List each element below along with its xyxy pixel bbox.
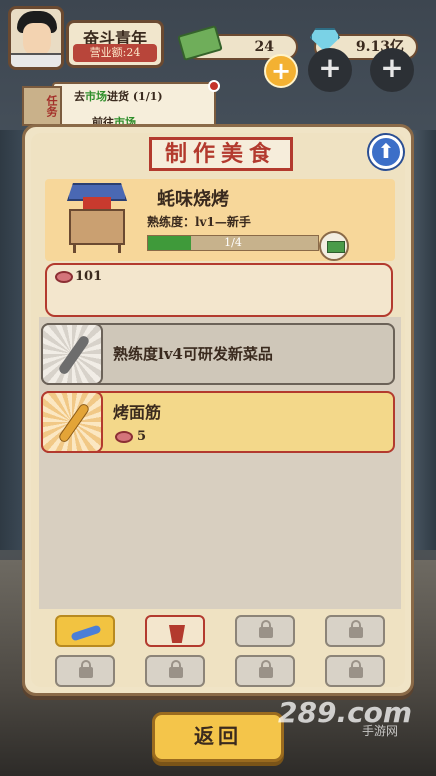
- tab-locked[interactable]: [235, 615, 295, 647]
- progress-text: 1/4: [224, 236, 242, 249]
- tab-locked[interactable]: [235, 655, 295, 687]
- add-resource-button[interactable]: +: [370, 48, 414, 92]
- task-tag: 任务: [22, 86, 62, 126]
- lock-icon: [349, 660, 363, 678]
- tab-locked[interactable]: [55, 655, 115, 687]
- task-line-1: 去市场进货 (1/1): [74, 88, 214, 104]
- recipe-cost: 5: [137, 429, 147, 444]
- task-panel[interactable]: 任务 去市场进货 (1/1) 前往市场: [22, 80, 220, 129]
- task-link: 市场: [85, 90, 107, 103]
- tab-locked[interactable]: [325, 615, 385, 647]
- drink-icon: [169, 625, 185, 643]
- meat-icon: [55, 271, 73, 283]
- recipe-thumbnail: [41, 391, 103, 453]
- recipe-row-locked: 熟练度lv4可研发新菜品: [41, 323, 395, 385]
- bbq-stall-icon: [65, 183, 129, 255]
- stall-legs: [73, 243, 121, 253]
- lock-icon: [259, 660, 273, 678]
- tab-locked[interactable]: [325, 655, 385, 687]
- player-name-plate: 奋斗青年 营业额:24: [66, 20, 164, 68]
- proficiency-label: 熟练度：lv1—新手: [147, 215, 251, 229]
- recipe-book-button[interactable]: [319, 231, 349, 261]
- cooking-panel: 制作美食 ⬆ 蚝味烧烤 熟练度：lv1—新手 1/4 101 熟练度lv4可研发…: [22, 124, 414, 696]
- skewer-silhouette-icon: [57, 334, 91, 376]
- stall-name: 蚝味烧烤: [157, 189, 229, 210]
- proficiency-progress-bar: 1/4: [147, 235, 319, 251]
- recipe-list: 熟练度lv4可研发新菜品 烤面筋 5: [39, 317, 401, 609]
- panel-title: 制作美食: [149, 137, 293, 171]
- player-avatar[interactable]: [8, 6, 64, 70]
- back-button[interactable]: 返回: [152, 712, 284, 762]
- lock-icon: [349, 620, 363, 638]
- recipe-name: 烤面筋: [113, 403, 162, 422]
- meat-icon: [115, 431, 133, 443]
- stall-sign: [83, 197, 111, 209]
- recipe-row-kaomianjin[interactable]: 烤面筋 5: [41, 391, 395, 453]
- ingredients-box: 101: [45, 263, 393, 317]
- site-watermark: 289.com 手游网: [278, 696, 428, 742]
- lock-icon: [169, 660, 183, 678]
- ingredient-count: 101: [75, 269, 103, 284]
- gluten-skewer-icon: [57, 402, 91, 444]
- recipe-thumbnail: [41, 323, 103, 385]
- notification-dot-icon: [208, 80, 220, 92]
- cash-value: 24: [254, 39, 274, 55]
- skewer-icon: [70, 624, 102, 642]
- upgrade-arrow-button[interactable]: ⬆: [369, 135, 403, 169]
- avatar-face: [23, 23, 51, 57]
- task-text: 去: [74, 90, 85, 103]
- tab-locked[interactable]: [145, 655, 205, 687]
- tab-skewers[interactable]: [55, 615, 115, 647]
- lock-icon: [259, 620, 273, 638]
- revenue-label: 营业额:24: [73, 44, 157, 62]
- watermark-subtitle: 手游网: [362, 724, 399, 738]
- add-cash-button[interactable]: +: [264, 54, 298, 88]
- avatar-shirt: [11, 53, 61, 67]
- stall-card: 蚝味烧烤 熟练度：lv1—新手 1/4: [45, 179, 395, 261]
- recipe-locked-hint: 熟练度lv4可研发新菜品: [113, 345, 273, 363]
- lock-icon: [79, 660, 93, 678]
- tab-drinks[interactable]: [145, 615, 205, 647]
- task-text: 进货 (1/1): [107, 90, 163, 103]
- stall-body: [69, 209, 125, 245]
- add-gem-button[interactable]: +: [308, 48, 352, 92]
